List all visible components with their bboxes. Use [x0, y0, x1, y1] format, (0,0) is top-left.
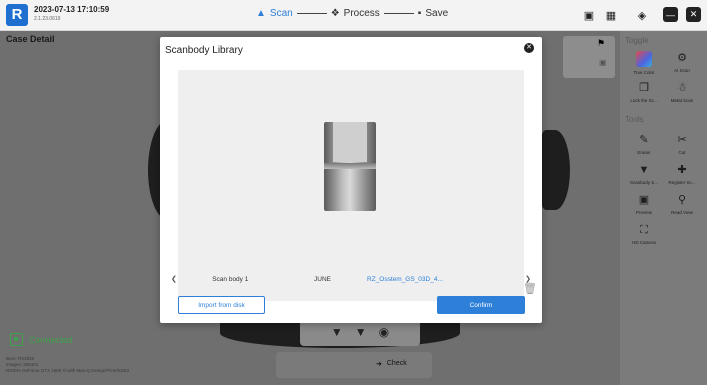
- step-scan[interactable]: ▲ Scan: [256, 8, 293, 19]
- library-item-selected[interactable]: RZ_Osstem_GS_03D_4...: [364, 271, 446, 287]
- eraser-icon: ✎: [639, 134, 649, 146]
- read-view-tool[interactable]: ⚲ Read View: [660, 193, 704, 215]
- workflow-steps: ▲ Scan ❖ Process ▪ Save: [256, 8, 448, 19]
- register-scanbody-icon: ✚: [677, 164, 687, 176]
- scanbody-model: [324, 122, 376, 211]
- tool-label: Lock the Sc...: [630, 98, 658, 103]
- connection-status: Connected: [10, 333, 73, 346]
- minimize-button[interactable]: —: [663, 7, 678, 22]
- target-button[interactable]: ◈: [633, 6, 651, 24]
- preview-icon: ▣: [638, 194, 650, 206]
- ai-scan-toggle[interactable]: ⚙ AI Scan: [660, 51, 704, 73]
- scanbody-library-dialog: Scanbody Library ✕ 🗑 ❮ Scan body 1 JUNE …: [160, 37, 542, 323]
- close-icon: ✕: [689, 9, 698, 19]
- tool-label: Preview: [635, 210, 652, 215]
- step-label: Save: [425, 8, 449, 19]
- scanbody-preview: 🗑: [178, 70, 537, 301]
- cut-tool[interactable]: ✂ Cut: [660, 133, 704, 155]
- system-info: Bore: RX2020 Images: 250401 NVIDIA GeFor…: [6, 356, 129, 374]
- right-panel: Toggle True Color ⚙ AI Scan ❒ Lock the S…: [620, 31, 707, 385]
- minimize-icon: —: [666, 9, 675, 20]
- tool-label: Metal Scan: [670, 98, 694, 103]
- tool-label: HD Camera: [632, 240, 656, 245]
- step-divider: [383, 13, 414, 14]
- tool-label: Register Sc...: [668, 180, 696, 185]
- read-view-icon: ⚲: [677, 194, 687, 206]
- cut-icon: ✂: [677, 134, 687, 146]
- connection-label: Connected: [29, 334, 73, 345]
- register-scanbody-tool[interactable]: ✚ Register Sc...: [660, 163, 704, 185]
- hd-camera-icon: ⛶: [640, 224, 648, 236]
- library-carousel: ❮ Scan body 1 JUNE RZ_Osstem_GS_03D_4...…: [168, 271, 534, 287]
- trash-icon[interactable]: ▣: [599, 58, 607, 67]
- device-icon: [10, 333, 23, 346]
- scan-upper-icon[interactable]: ▼: [331, 325, 343, 339]
- tool-label: Cut: [678, 150, 686, 155]
- process-icon: ❖: [330, 8, 340, 19]
- scan-icon: ▲: [256, 8, 266, 19]
- camera-icon: ▣: [583, 9, 595, 22]
- target-icon: ◈: [637, 9, 647, 22]
- scan-model: [540, 130, 570, 210]
- layout-icon: ▦: [605, 9, 617, 22]
- import-from-disk-button[interactable]: Import from disk: [178, 296, 265, 314]
- top-bar: R 2023-07-13 17:10:59 2.1.23.0619 ▲ Scan…: [0, 0, 707, 31]
- library-item[interactable]: JUNE: [282, 271, 363, 287]
- metal-scan-icon: ☃: [677, 82, 687, 94]
- confirm-button[interactable]: Confirm: [437, 296, 525, 314]
- close-icon: ✕: [526, 44, 532, 51]
- record-icon[interactable]: ◉: [379, 325, 389, 339]
- app-logo: R: [6, 4, 28, 26]
- step-save[interactable]: ▪ Save: [418, 8, 448, 19]
- datetime: 2023-07-13 17:10:59: [34, 5, 110, 14]
- library-item[interactable]: Scan body 1: [179, 271, 281, 287]
- scanbody-top: [333, 122, 367, 162]
- step-divider: [296, 13, 327, 14]
- tool-label: Scanbody S...: [629, 180, 659, 185]
- mini-toolbar: ⚑ ▣: [563, 36, 615, 78]
- flag-icon[interactable]: ⚑: [597, 38, 605, 49]
- scan-lower-icon[interactable]: ▼: [355, 325, 367, 339]
- view-buttons: ▣ ▦: [580, 6, 620, 24]
- chevron-left-icon: ❮: [170, 276, 177, 283]
- metal-scan-toggle[interactable]: ☃ Metal Scan: [660, 81, 704, 103]
- step-process[interactable]: ❖ Process: [331, 8, 380, 19]
- check-button[interactable]: ➜ Check: [376, 360, 407, 368]
- toggle-section-title: Toggle: [625, 36, 649, 45]
- library-item[interactable]: [447, 271, 521, 287]
- lock-scan-icon: ❒: [639, 82, 649, 94]
- page-title: Case Detail: [6, 34, 55, 44]
- chevron-right-icon: ❯: [525, 276, 532, 283]
- tool-label: Eraser: [637, 150, 651, 155]
- carousel-next-button[interactable]: ❯: [522, 275, 534, 283]
- tool-label: True Color: [633, 70, 655, 75]
- true-color-icon: [636, 51, 652, 67]
- step-label: Scan: [269, 8, 293, 19]
- tool-label: Read View: [671, 210, 693, 215]
- dialog-close-button[interactable]: ✕: [524, 43, 534, 53]
- arrow-right-icon: ➜: [376, 361, 382, 368]
- step-label: Process: [343, 8, 380, 19]
- check-label: Check: [386, 360, 407, 367]
- save-icon: ▪: [417, 8, 422, 19]
- tools-section-title: Tools: [625, 115, 644, 124]
- window-buttons: ◈ — ✕: [633, 6, 701, 24]
- app-version: 2.1.23.0619: [34, 16, 61, 22]
- hd-camera-tool[interactable]: ⛶ HD Camera: [622, 223, 666, 245]
- dialog-title: Scanbody Library: [165, 45, 243, 56]
- close-window-button[interactable]: ✕: [686, 7, 701, 22]
- scanbody-band: [324, 163, 376, 169]
- carousel-prev-button[interactable]: ❮: [168, 275, 180, 283]
- bottom-action-bar: [276, 352, 432, 378]
- ai-scan-icon: ⚙: [677, 52, 687, 64]
- tool-label: AI Scan: [674, 68, 690, 73]
- screenshot-button[interactable]: ▣: [580, 6, 598, 24]
- scanbody-select-icon: ▼: [638, 164, 650, 176]
- sysinfo-line: NVIDIA GeForce GTX 1660 Ti with Max-Q De…: [6, 368, 130, 373]
- layout-button[interactable]: ▦: [602, 6, 620, 24]
